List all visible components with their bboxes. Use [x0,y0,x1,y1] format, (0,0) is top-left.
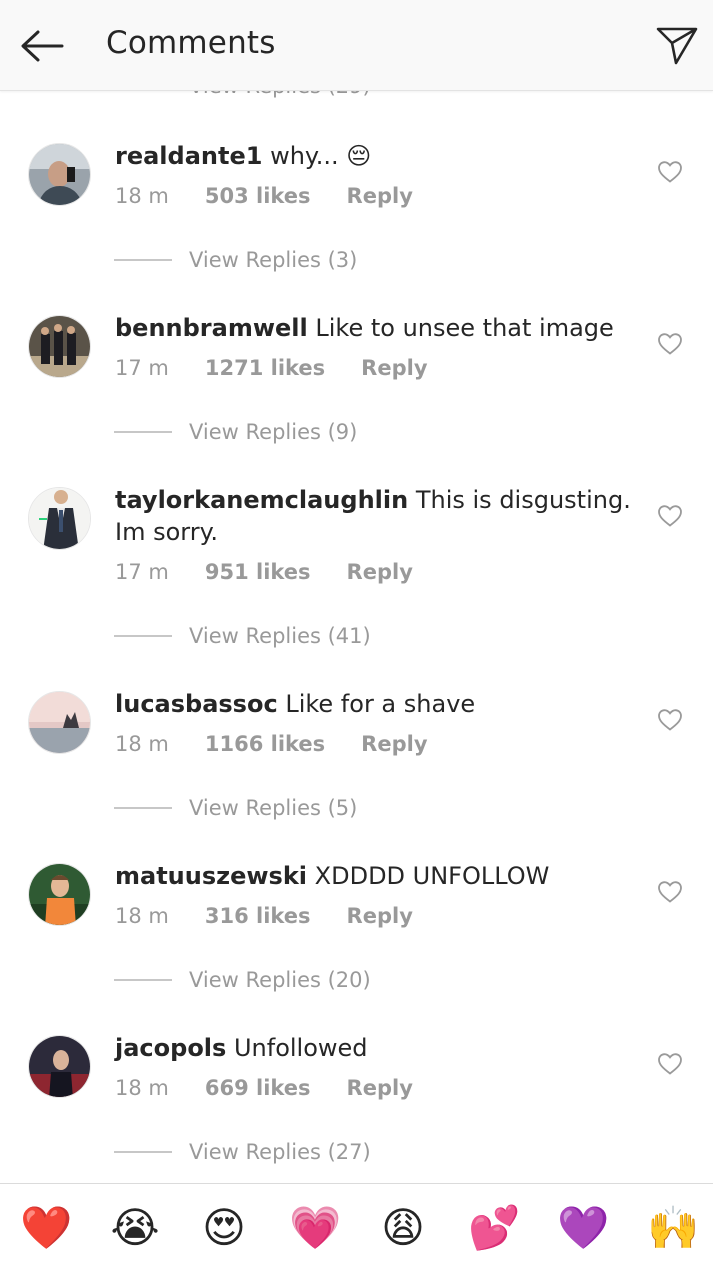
heart-eyes-emoji-button[interactable]: 😍 [199,1203,249,1253]
comment-username[interactable]: matuuszewski [115,862,307,890]
view-replies[interactable]: View Replies (41) [114,624,371,648]
comment-likes[interactable]: 316 likes [205,904,311,928]
comment-time: 18 m [115,904,169,928]
avatar[interactable] [28,1035,91,1098]
view-replies[interactable]: View Replies (27) [114,1140,371,1164]
heart-icon[interactable] [657,880,683,904]
comment-username[interactable]: bennbramwell [115,314,308,342]
view-replies-label: View Replies (3) [189,248,358,272]
comment-username[interactable]: jacopols [115,1034,226,1062]
avatar[interactable] [28,691,91,754]
replies-divider [114,431,172,433]
reply-button[interactable]: Reply [361,732,427,756]
comment-likes[interactable]: 951 likes [205,560,311,584]
comment-username[interactable]: lucasbassoc [115,690,278,718]
reply-button[interactable]: Reply [347,904,413,928]
reply-button[interactable]: Reply [347,560,413,584]
reply-button[interactable]: Reply [361,356,427,380]
reply-button[interactable]: Reply [347,1076,413,1100]
comment-body: why... 😔 [270,142,372,170]
view-replies-label: View Replies (5) [189,796,358,820]
comment-likes[interactable]: 1166 likes [205,732,325,756]
comment-text: matuuszewski XDDDD UNFOLLOW [115,860,635,892]
avatar[interactable] [28,143,91,206]
comment-time: 18 m [115,732,169,756]
view-replies-label: View Replies (20) [189,968,371,992]
replies-divider [114,807,172,809]
comment-text: lucasbassoc Like for a shave [115,688,635,720]
comment-username[interactable]: taylorkanemclaughlin [115,486,408,514]
comment-likes[interactable]: 669 likes [205,1076,311,1100]
comment-text: bennbramwell Like to unsee that image [115,312,635,344]
comment-likes[interactable]: 1271 likes [205,356,325,380]
raising-hands-emoji-button[interactable]: 🙌 [647,1203,699,1253]
view-replies[interactable]: View Replies (20) [114,968,371,992]
comments-list[interactable]: View Replies (29) realdante1 why... 😔 18… [0,0,713,1183]
comment-meta: 17 m 951 likes Reply [115,560,413,584]
comment-time: 17 m [115,356,169,380]
heart-icon[interactable] [657,160,683,184]
view-replies-label: View Replies (9) [189,420,358,444]
comment-time: 17 m [115,560,169,584]
heart-icon[interactable] [657,332,683,356]
top-bar: Comments [0,0,713,91]
avatar[interactable] [28,315,91,378]
view-replies-label: View Replies (41) [189,624,371,648]
loudly-crying-emoji-button[interactable]: 😭 [110,1203,160,1253]
purple-heart-emoji-button[interactable]: 💜 [557,1203,609,1253]
replies-divider [114,635,172,637]
comment-meta: 18 m 316 likes Reply [115,904,413,928]
comment-body: XDDDD UNFOLLOW [314,862,550,890]
red-heart-emoji-button[interactable]: ❤️ [20,1203,72,1253]
view-replies[interactable]: View Replies (3) [114,248,357,272]
growing-heart-emoji-button[interactable]: 💗 [289,1203,341,1253]
view-replies[interactable]: View Replies (9) [114,420,357,444]
replies-divider [114,259,172,261]
avatar[interactable] [28,863,91,926]
heart-icon[interactable] [657,1052,683,1076]
comment-likes[interactable]: 503 likes [205,184,311,208]
back-arrow-icon[interactable] [18,26,66,66]
two-hearts-emoji-button[interactable]: 💕 [468,1203,520,1253]
view-replies[interactable]: View Replies (5) [114,796,357,820]
page-title: Comments [106,25,276,61]
heart-icon[interactable] [657,504,683,528]
comment-text: realdante1 why... 😔 [115,140,635,172]
comment-body: Unfollowed [233,1034,368,1062]
comment-time: 18 m [115,184,169,208]
view-replies-label: View Replies (27) [189,1140,371,1164]
comment-body: Like to unsee that image [315,314,614,342]
comment-body: Like for a shave [285,690,476,718]
avatar[interactable] [28,487,91,550]
comment-meta: 18 m 1166 likes Reply [115,732,428,756]
emoji-reaction-bar: ❤️ 😭 😍 💗 😩 💕 💜 🙌 [0,1183,713,1273]
comment-text: jacopols Unfollowed [115,1032,635,1064]
replies-divider [114,979,172,981]
comment-meta: 17 m 1271 likes Reply [115,356,428,380]
comment-meta: 18 m 503 likes Reply [115,184,413,208]
comment-meta: 18 m 669 likes Reply [115,1076,413,1100]
reply-button[interactable]: Reply [347,184,413,208]
weary-face-emoji-button[interactable]: 😩 [378,1203,428,1253]
comment-time: 18 m [115,1076,169,1100]
comment-username[interactable]: realdante1 [115,142,262,170]
heart-icon[interactable] [657,708,683,732]
send-icon[interactable] [654,24,700,68]
comment-text: taylorkanemclaughlin This is disgusting.… [115,484,635,548]
replies-divider [114,1151,172,1153]
